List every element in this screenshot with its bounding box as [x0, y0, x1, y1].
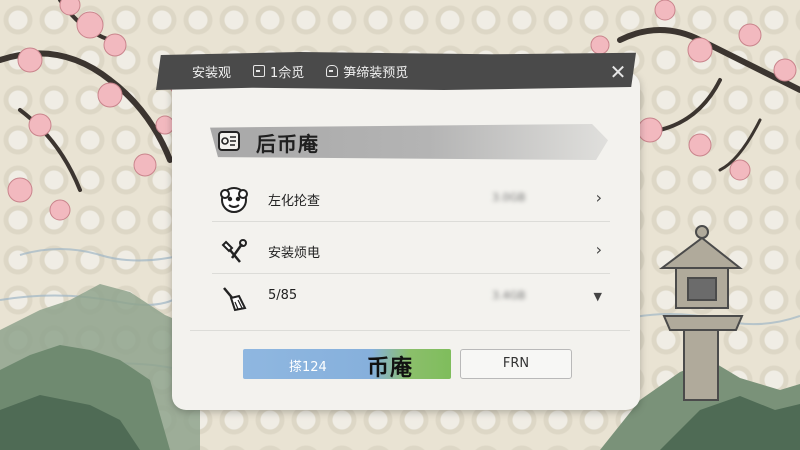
- row-divider: [212, 221, 610, 222]
- row-label: 左化抡查: [268, 194, 321, 209]
- titlebar-label: 笋缔装预觅: [343, 65, 409, 81]
- primary-button-overlay: 币庵: [367, 356, 414, 381]
- settings-row-cleanup[interactable]: 5/85 3.4GB ▼: [212, 276, 610, 320]
- chevron-right-icon: ›: [595, 240, 602, 259]
- row-divider: [212, 273, 610, 274]
- titlebar-tab-package[interactable]: 笋缔装预觅: [326, 62, 408, 81]
- primary-button[interactable]: 搽124 币庵: [243, 349, 451, 381]
- tools-icon: [221, 239, 247, 263]
- row-value: 3.4GB: [492, 289, 526, 302]
- titlebar-label: 1佘觅: [270, 65, 305, 81]
- row-value: 3.0GB: [492, 191, 526, 204]
- left-mountains: [0, 284, 200, 450]
- section-title: 后币庵: [256, 132, 319, 156]
- face-mask-icon: [220, 187, 248, 213]
- settings-row-install[interactable]: 安装烦电 ›: [212, 230, 610, 274]
- panel-titlebar: 安装观 1佘觅 笋缔装预觅: [156, 52, 636, 90]
- square-icon: [253, 65, 266, 77]
- row-label: 安装烦电: [268, 246, 321, 261]
- triangle-down-icon: ▼: [593, 290, 602, 303]
- titlebar-label: 安装观: [192, 65, 232, 81]
- primary-button-label: 搽124: [289, 360, 327, 375]
- action-divider: [190, 330, 630, 331]
- package-icon: [326, 65, 339, 77]
- secondary-button[interactable]: FRN: [460, 349, 572, 379]
- settings-row-personalize[interactable]: 左化抡查 3.0GB ›: [212, 178, 610, 222]
- titlebar-tab-install[interactable]: 安装观: [192, 62, 231, 81]
- row-label: 5/85: [268, 288, 298, 303]
- broom-icon: [223, 287, 247, 312]
- titlebar-tab-square[interactable]: 1佘觅: [253, 62, 304, 81]
- close-icon: ✕: [609, 60, 627, 84]
- close-button[interactable]: ✕: [606, 60, 630, 84]
- chevron-right-icon: ›: [595, 188, 602, 207]
- puzzle-icon: [218, 131, 240, 151]
